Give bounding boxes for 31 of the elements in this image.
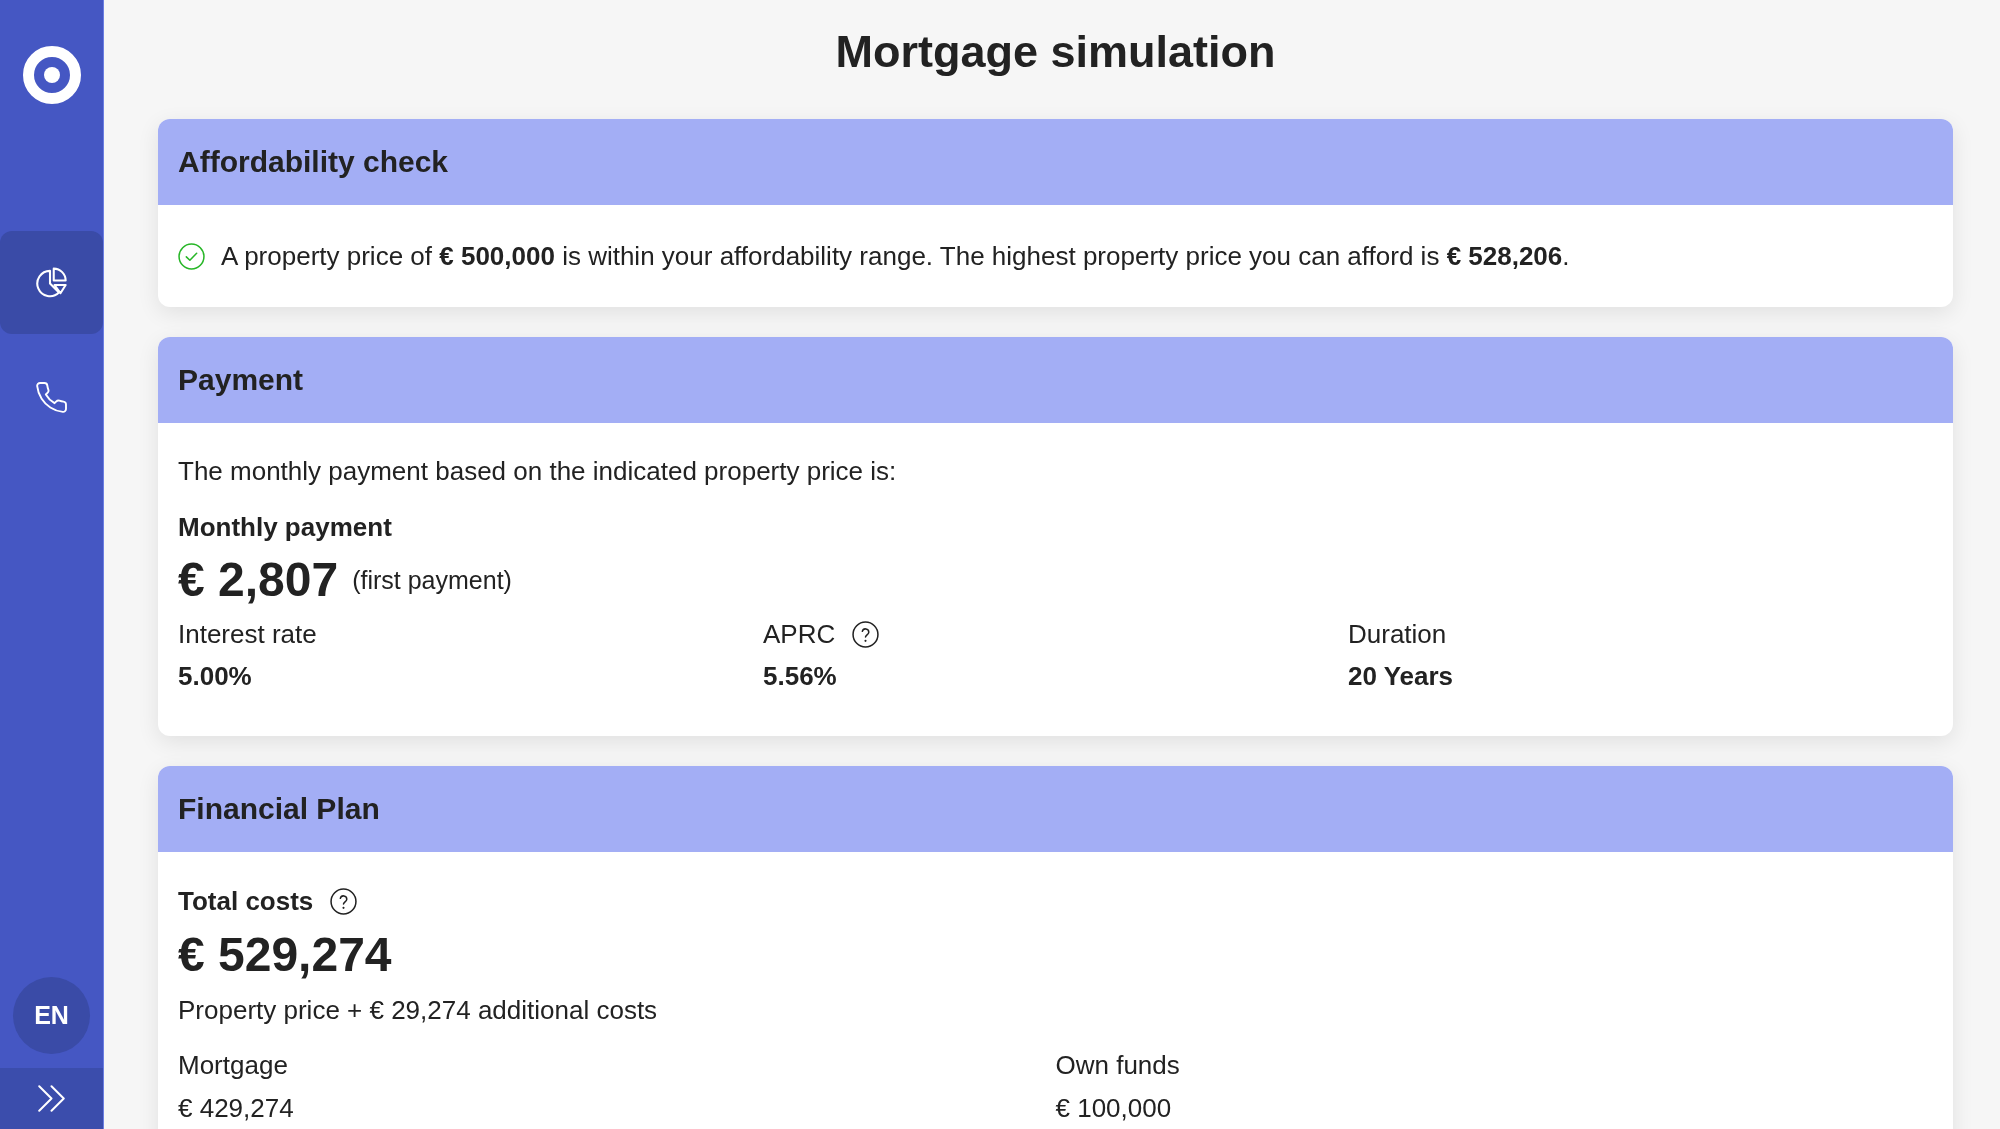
detail-value: 20 Years <box>1348 661 1455 691</box>
detail-label: Own funds <box>1055 1050 1180 1080</box>
cost-breakdown: Property price + € 29,274 additional costs <box>178 995 659 1025</box>
amount-note: (first payment) <box>352 565 512 595</box>
total-costs-amount: € 529,274 <box>178 927 393 983</box>
detail-value: € 429,274 <box>178 1093 295 1123</box>
amount-label: Monthly payment <box>178 512 393 542</box>
expand-button[interactable] <box>0 1068 103 1129</box>
detail-value: € 100,000 <box>1055 1093 1173 1123</box>
nav-item[interactable] <box>0 231 103 334</box>
detail-label: Duration <box>1348 619 1447 649</box>
help-icon[interactable] <box>852 620 880 648</box>
section-title: Affordability check <box>178 144 449 180</box>
language-button[interactable]: EN <box>13 977 90 1054</box>
affordability-message: A property price of € 500,000 is within your affordability range. The highest property price you can afford is € 528,206. <box>221 241 1570 271</box>
detail-value: 5.56% <box>763 661 838 691</box>
phone-icon <box>36 382 67 413</box>
detail-label: Interest rate <box>178 619 317 649</box>
pie-chart-icon <box>36 267 67 298</box>
help-icon[interactable] <box>330 887 358 915</box>
section-title: Payment <box>178 362 304 398</box>
page-title: Mortgage simulation <box>834 25 1277 79</box>
total-costs-label: Total costs <box>178 886 314 916</box>
logo-icon <box>22 46 81 104</box>
detail-label: APRC <box>763 619 836 649</box>
detail-label: Mortgage <box>178 1050 288 1080</box>
double-chevron-right-icon <box>38 1085 65 1112</box>
detail-value: 5.00% <box>178 661 253 691</box>
intro-text: The monthly payment based on the indicated property price is: <box>178 456 898 486</box>
section-title: Financial Plan <box>178 791 380 827</box>
payment-amount: € 2,807 <box>178 552 339 608</box>
